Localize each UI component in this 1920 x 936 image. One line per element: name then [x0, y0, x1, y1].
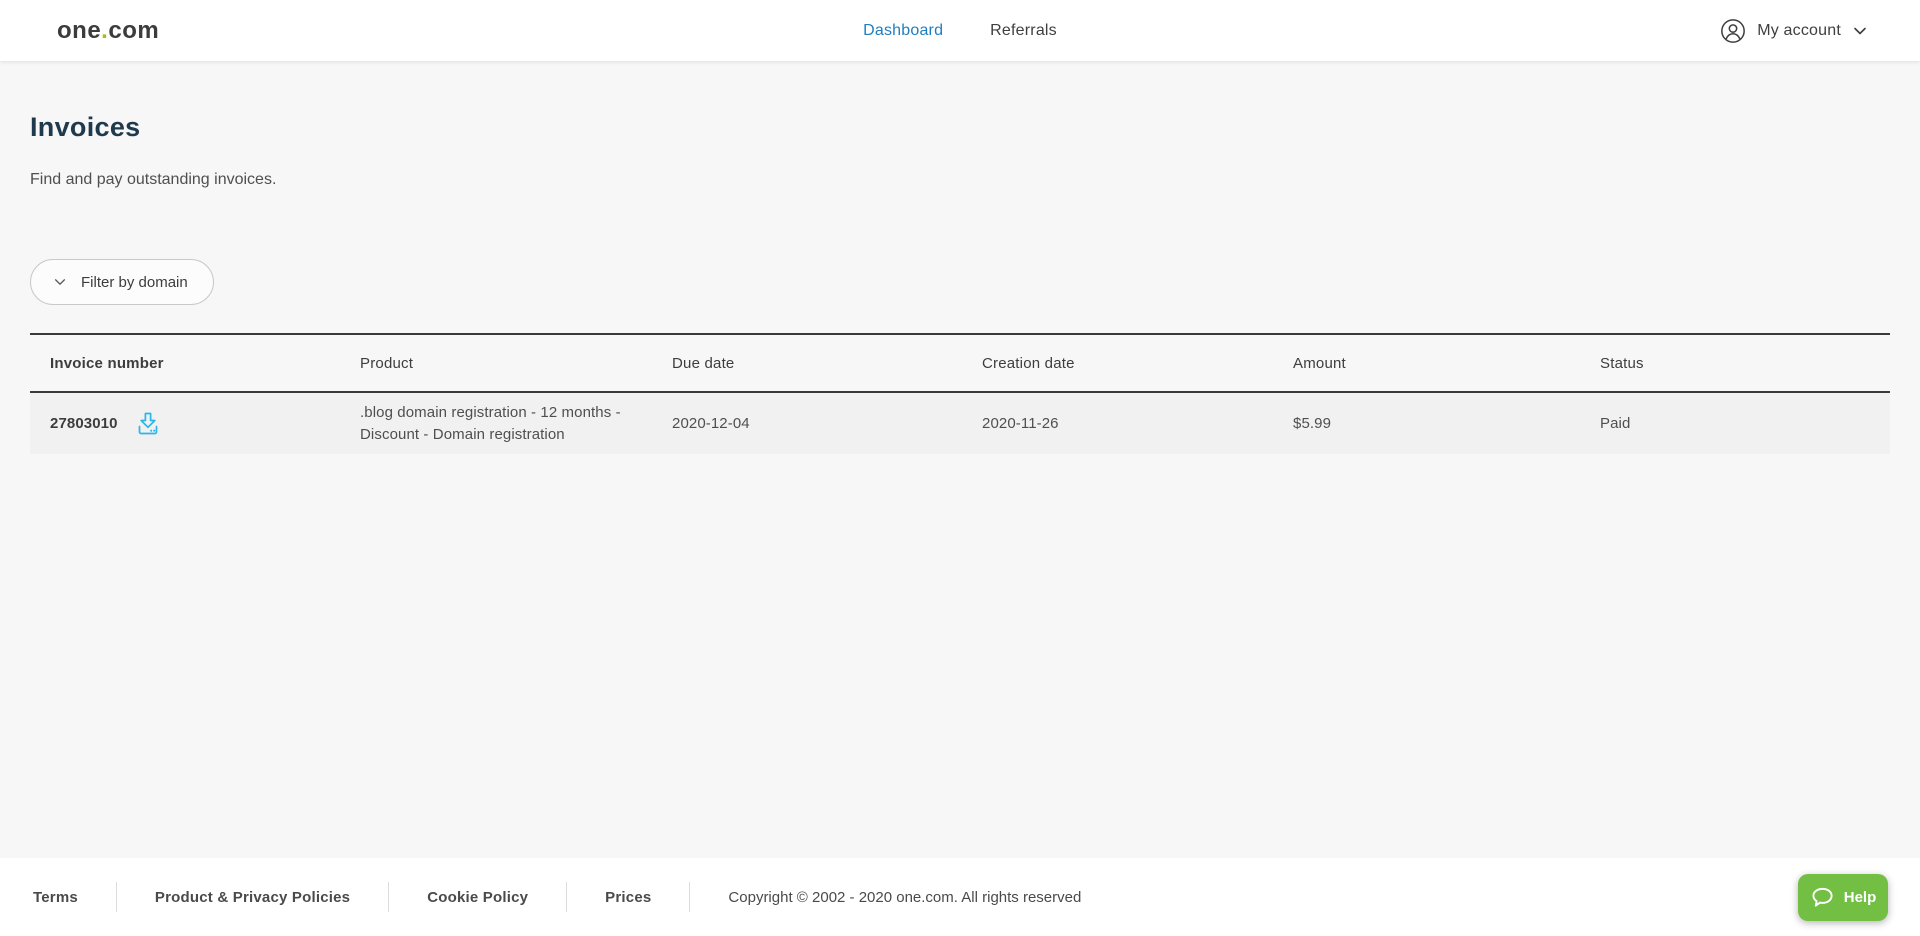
one-com-logo[interactable]: one.com	[57, 16, 160, 44]
footer-link-product-privacy-policies[interactable]: Product & Privacy Policies	[155, 889, 350, 906]
top-bar: one.com Dashboard Referrals My account	[0, 0, 1920, 61]
chevron-down-icon	[53, 275, 67, 289]
footer-divider	[566, 882, 568, 912]
my-account-menu[interactable]: My account	[1720, 18, 1868, 44]
table-row: 27803010 .blog domain registration - 12 …	[30, 392, 1890, 454]
invoice-number: 27803010	[50, 415, 118, 432]
filter-by-domain-label: Filter by domain	[81, 273, 188, 291]
help-button-label: Help	[1843, 889, 1877, 906]
invoice-creation-date: 2020-11-26	[982, 415, 1059, 432]
footer-link-cookie-policy[interactable]: Cookie Policy	[427, 889, 528, 906]
footer-divider	[388, 882, 390, 912]
invoice-product: .blog domain registration - 12 months - …	[360, 403, 621, 443]
invoices-page: Invoices Find and pay outstanding invoic…	[0, 61, 1920, 858]
table-header-row: Invoice number Product Due date Creation…	[30, 334, 1890, 392]
copyright-text: Copyright © 2002 - 2020 one.com. All rig…	[728, 888, 1082, 906]
footer-divider	[689, 882, 691, 912]
tab-referrals[interactable]: Referrals	[990, 22, 1057, 40]
primary-nav: Dashboard Referrals	[863, 22, 1057, 40]
my-account-label: My account	[1757, 21, 1841, 39]
column-header-creation-date: Creation date	[982, 354, 1075, 372]
page-title: Invoices	[30, 112, 141, 142]
logo-text-com: com	[108, 16, 160, 44]
invoice-status: Paid	[1600, 415, 1631, 432]
column-header-amount: Amount	[1293, 354, 1346, 372]
invoice-due-date: 2020-12-04	[672, 415, 750, 432]
page-subtitle: Find and pay outstanding invoices.	[30, 171, 277, 188]
column-header-product: Product	[360, 354, 414, 372]
column-header-due-date: Due date	[672, 354, 735, 372]
download-icon	[136, 411, 160, 436]
column-header-status: Status	[1600, 354, 1644, 372]
chevron-down-icon	[1852, 23, 1868, 39]
tab-dashboard[interactable]: Dashboard	[863, 22, 943, 40]
footer-link-prices[interactable]: Prices	[605, 889, 651, 906]
footer-divider	[115, 882, 117, 912]
column-header-invoice-number: Invoice number	[50, 354, 164, 372]
invoice-amount: $5.99	[1293, 415, 1332, 432]
help-button[interactable]: Help	[1798, 874, 1888, 921]
user-icon	[1720, 18, 1746, 44]
filter-by-domain-button[interactable]: Filter by domain	[30, 259, 214, 305]
download-invoice-button[interactable]	[136, 411, 160, 436]
footer: Terms Product & Privacy Policies Cookie …	[0, 858, 1920, 936]
logo-text-one: one	[57, 16, 102, 44]
invoices-table: Invoice number Product Due date Creation…	[30, 333, 1890, 454]
chat-bubble-icon	[1810, 886, 1835, 909]
footer-link-terms[interactable]: Terms	[33, 889, 78, 906]
